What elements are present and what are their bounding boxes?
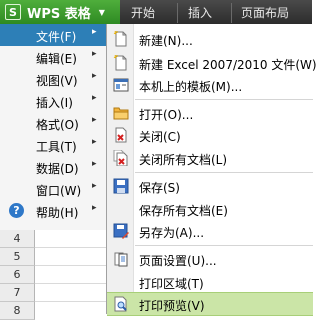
tab-insert[interactable]: 插入	[188, 0, 212, 24]
new-document-icon	[113, 31, 127, 47]
spreadsheet-grid: 4 5 6 7 8	[0, 230, 106, 320]
row-header[interactable]: 8	[0, 302, 35, 320]
save-icon	[113, 178, 129, 194]
menu-item-new-excel[interactable]: 新建 Excel 2007/2010 文件(W)	[107, 52, 317, 74]
menu-item-label: 工具(T)	[36, 140, 77, 154]
submenu-arrow-icon: ▸	[92, 49, 97, 59]
close-document-icon	[115, 127, 127, 143]
submenu-arrow-icon: ▸	[92, 181, 97, 191]
menu-item-label: 数据(D)	[36, 162, 79, 176]
menu-item-tools[interactable]: 工具(T) ▸	[0, 134, 106, 156]
open-folder-icon	[113, 107, 129, 120]
template-icon	[113, 78, 129, 92]
menu-item-label: 页面设置(U)...	[139, 254, 217, 268]
title-bar: S WPS 表格 ▼ 开始 插入 页面布局	[0, 0, 312, 25]
menu-item-open[interactable]: 打开(O)...	[107, 102, 313, 124]
help-icon: ?	[9, 203, 24, 218]
main-menu: 文件(F) ▸ 编辑(E) ▸ 视图(V) ▸ 插入(I) ▸ 格式(O) ▸ …	[0, 24, 107, 230]
submenu-arrow-icon: ▸	[92, 159, 97, 169]
wps-app-menu-button[interactable]: S WPS 表格 ▼	[0, 0, 120, 24]
grid-line	[35, 283, 106, 284]
menu-item-label: 插入(I)	[36, 96, 73, 110]
wps-logo-icon: S	[5, 4, 21, 20]
menu-item-new[interactable]: 新建(N)...	[107, 28, 313, 50]
menu-separator	[135, 245, 313, 246]
menu-item-data[interactable]: 数据(D) ▸	[0, 156, 106, 178]
menu-item-edit[interactable]: 编辑(E) ▸	[0, 46, 106, 68]
menu-item-label: 文件(F)	[36, 30, 77, 44]
print-preview-icon	[114, 296, 127, 312]
menu-item-print-area[interactable]: 打印区域(T)	[107, 271, 313, 293]
menu-item-label: 帮助(H)	[36, 206, 79, 220]
save-as-icon	[113, 223, 129, 239]
new-excel-icon	[113, 55, 127, 71]
menu-item-close[interactable]: 关闭(C)	[107, 124, 313, 146]
submenu-arrow-icon: ▸	[92, 137, 97, 147]
close-all-icon	[113, 150, 128, 166]
menu-item-insert[interactable]: 插入(I) ▸	[0, 90, 106, 112]
menu-item-label: 关闭(C)	[139, 130, 181, 144]
menu-item-file[interactable]: 文件(F) ▸	[0, 24, 106, 46]
page-setup-icon	[114, 252, 128, 267]
menu-item-label: 新建(N)...	[139, 34, 193, 48]
menu-item-page-setup[interactable]: 页面设置(U)...	[107, 248, 313, 270]
menu-item-label: 打印区域(T)	[139, 277, 204, 291]
menu-item-label: 另存为(A)...	[139, 226, 205, 240]
menu-item-label: 新建 Excel 2007/2010 文件(W)	[139, 58, 317, 72]
app-title: WPS 表格	[27, 6, 91, 22]
tab-divider	[177, 3, 178, 23]
tab-divider	[231, 3, 232, 23]
menu-item-print-preview[interactable]: 打印预览(V)	[107, 292, 313, 316]
submenu-arrow-icon: ▸	[92, 71, 97, 81]
submenu-arrow-icon: ▸	[92, 27, 97, 37]
submenu-arrow-icon: ▸	[92, 93, 97, 103]
menu-separator	[135, 99, 313, 100]
tab-home[interactable]: 开始	[131, 0, 155, 24]
menu-item-local-templates[interactable]: 本机上的模板(M)...	[107, 74, 313, 96]
grid-line	[35, 265, 106, 266]
menu-item-save-as[interactable]: 另存为(A)...	[107, 220, 313, 242]
menu-item-label: 本机上的模板(M)...	[139, 80, 243, 94]
menu-item-label: 关闭所有文档(L)	[139, 153, 228, 167]
menu-separator	[135, 172, 313, 173]
chevron-down-icon: ▼	[98, 7, 105, 17]
grid-line	[35, 247, 106, 248]
menu-item-label: 保存(S)	[139, 181, 180, 195]
menu-item-label: 窗口(W)	[36, 184, 82, 198]
row-header[interactable]: 7	[0, 284, 35, 302]
submenu-arrow-icon: ▸	[92, 115, 97, 125]
menu-item-save[interactable]: 保存(S)	[107, 175, 313, 197]
menu-item-label: 保存所有文档(E)	[139, 204, 228, 218]
grid-line	[35, 301, 106, 302]
tab-page-layout[interactable]: 页面布局	[241, 0, 289, 24]
row-header[interactable]: 4	[0, 230, 35, 248]
menu-item-label: 打开(O)...	[139, 108, 194, 122]
submenu-arrow-icon: ▸	[92, 203, 97, 213]
menu-item-save-all[interactable]: 保存所有文档(E)	[107, 198, 313, 220]
file-submenu: 新建(N)... 新建 Excel 2007/2010 文件(W) 本机上的模板…	[106, 24, 317, 316]
row-header[interactable]: 5	[0, 248, 35, 266]
menu-item-close-all[interactable]: 关闭所有文档(L)	[107, 147, 313, 169]
menu-item-label: 视图(V)	[36, 74, 78, 88]
menu-item-window[interactable]: 窗口(W) ▸	[0, 178, 106, 200]
row-header[interactable]: 6	[0, 266, 35, 284]
menu-item-view[interactable]: 视图(V) ▸	[0, 68, 106, 90]
menu-item-label: 编辑(E)	[36, 52, 77, 66]
menu-item-label: 打印预览(V)	[139, 299, 205, 313]
menu-item-format[interactable]: 格式(O) ▸	[0, 112, 106, 134]
menu-item-help[interactable]: ? 帮助(H) ▸	[0, 200, 106, 222]
menu-item-label: 格式(O)	[36, 118, 79, 132]
